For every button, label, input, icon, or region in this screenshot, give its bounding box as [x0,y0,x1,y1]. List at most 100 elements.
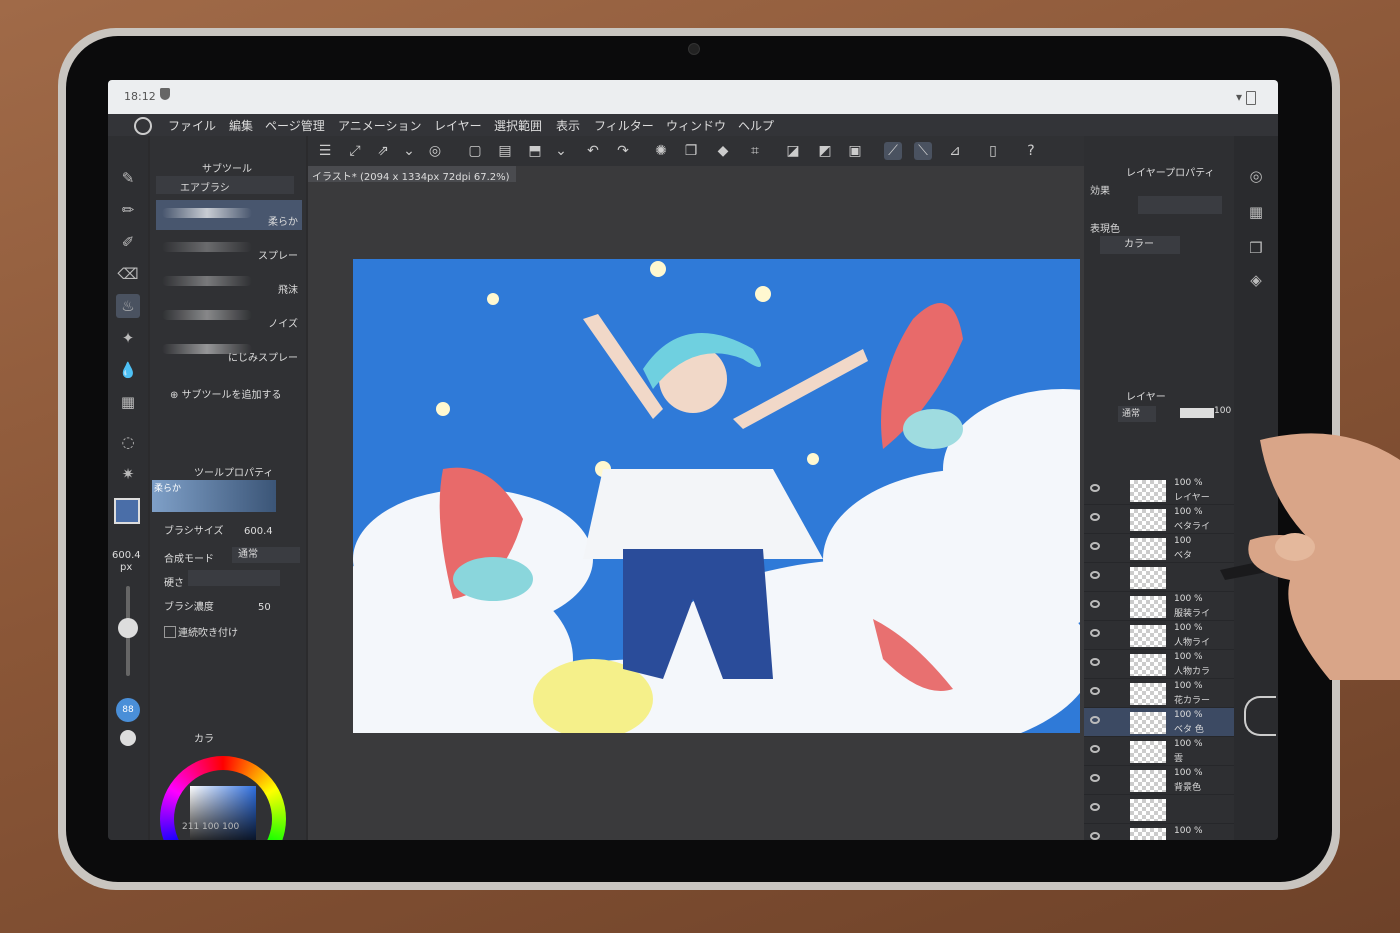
panel-toggle-handle[interactable] [1244,696,1276,736]
navigator-icon[interactable]: ◎ [1244,164,1268,188]
menu-page[interactable]: ページ管理 [265,117,325,134]
preset-preview[interactable]: 柔らか [152,480,276,512]
size-slider-handle[interactable] [118,618,138,638]
selection-icon[interactable]: ▣ [846,142,864,160]
copy-icon[interactable]: ❐ [682,142,700,160]
device-icon[interactable]: ▯ [984,142,1002,160]
layer-opacity-slider[interactable] [1180,408,1214,418]
crop-icon[interactable]: ⌗ [746,142,764,160]
chevron-down-icon[interactable]: ⌄ [552,142,570,160]
app-logo-icon[interactable] [134,117,152,135]
layer-thumbnail [1130,509,1166,531]
eye-icon[interactable] [1090,658,1100,666]
open-folder-icon[interactable]: ▤ [496,142,514,160]
export-icon[interactable]: ⇗ [374,142,392,160]
eye-icon[interactable] [1090,774,1100,782]
layer-row[interactable]: 100 % [1084,824,1234,840]
continuous-checkbox[interactable] [164,626,176,638]
brush-icon[interactable]: ✐ [116,230,140,254]
layer-row[interactable]: 100 % ベタ 色 [1084,708,1234,737]
layer-row[interactable]: 100 % 背景色 [1084,766,1234,795]
eraser-icon[interactable]: ⌫ [116,262,140,286]
brush-label: ノイズ [268,319,298,330]
deselect-icon[interactable]: ◪ [784,142,802,160]
layer-property-icon[interactable]: ❒ [1244,236,1268,260]
eye-icon[interactable] [1090,803,1100,811]
pen-icon[interactable]: ✎ [116,166,140,190]
layer-row[interactable]: 100 % 雲 [1084,737,1234,766]
subtool-group-tab[interactable]: エアブラシ [156,176,294,194]
hamburger-icon[interactable]: ☰ [316,142,334,160]
undo-icon[interactable]: ↶ [584,142,602,160]
expression-color-select[interactable]: カラー [1100,236,1180,254]
illustration-canvas[interactable] [353,259,1080,733]
document-tab[interactable]: イラスト* (2094 x 1334px 72dpi 67.2%) [308,166,516,183]
opacity-badge[interactable]: 88 [116,698,140,722]
menu-window[interactable]: ウィンドウ [666,117,726,134]
eye-icon[interactable] [1090,542,1100,550]
layer-property-title: レイヤープロパティ [1126,168,1215,179]
hardness-slider[interactable] [188,570,280,586]
main-color-swatch[interactable] [114,498,140,524]
brush-size-value[interactable]: 600.4 [244,526,273,537]
layer-name: 雲 [1174,754,1184,764]
spiral-icon[interactable]: ◎ [426,142,444,160]
menu-file[interactable]: ファイル [168,117,216,134]
save-icon[interactable]: ⬒ [526,142,544,160]
blend-icon[interactable]: 💧 [116,358,140,382]
lasso-icon[interactable]: ◌ [116,430,140,454]
menu-animation[interactable]: アニメーション [338,117,422,134]
ruler-snap-icon[interactable]: ⟋ [884,142,902,160]
eye-icon[interactable] [1090,513,1100,521]
add-subtool-label: サブツールを追加する [181,390,282,401]
brush-bleed-spray[interactable]: にじみスプレー [156,336,302,366]
layers-icon[interactable]: ◈ [1244,268,1268,292]
eye-icon[interactable] [1090,716,1100,724]
layer-opacity: 100 % [1174,710,1203,720]
eye-icon[interactable] [1090,687,1100,695]
invert-selection-icon[interactable]: ◩ [816,142,834,160]
menu-layer[interactable]: レイヤー [434,117,482,134]
resize-icon[interactable]: ⤢ [346,142,364,160]
redo-icon[interactable]: ↷ [614,142,632,160]
effect-buttons[interactable] [1138,196,1222,214]
brush-noise[interactable]: ノイズ [156,302,302,332]
layer-row[interactable]: 100 % 花カラー [1084,679,1234,708]
eye-icon[interactable] [1090,629,1100,637]
layer-row[interactable] [1084,795,1234,824]
layer-opacity: 100 % [1174,739,1203,749]
eye-icon[interactable] [1090,571,1100,579]
chevron-down-icon[interactable]: ⌄ [400,142,418,160]
loading-icon[interactable]: ✺ [652,142,670,160]
eye-icon[interactable] [1090,745,1100,753]
layer-blend-select[interactable]: 通常 [1118,406,1156,422]
add-subtool-button[interactable]: ⊕ サブツールを追加する [170,386,282,401]
brush-spray[interactable]: スプレー [156,234,302,264]
eye-icon[interactable] [1090,484,1100,492]
menu-view[interactable]: 表示 [556,117,580,134]
pen-snap-icon[interactable]: ⟍ [914,142,932,160]
eye-icon[interactable] [1090,832,1100,840]
menu-filter[interactable]: フィルター [594,117,654,134]
new-file-icon[interactable]: ▢ [466,142,484,160]
blend-mode-select[interactable]: 通常 [232,547,300,563]
menu-selection[interactable]: 選択範囲 [494,117,542,134]
menu-help[interactable]: ヘルプ [738,117,774,134]
item-bank-icon[interactable]: ▦ [1244,200,1268,224]
layer-opacity-value[interactable]: 100 [1214,406,1231,416]
sparkle-icon[interactable]: ✦ [116,326,140,350]
help-icon[interactable]: ? [1022,142,1040,160]
eye-icon[interactable] [1090,600,1100,608]
brush-splash[interactable]: 飛沫 [156,268,302,298]
pencil-icon[interactable]: ✏ [116,198,140,222]
grid-icon[interactable]: ▦ [116,390,140,414]
airbrush-icon[interactable]: ♨ [116,294,140,318]
shield-icon [160,88,170,100]
density-value[interactable]: 50 [258,602,271,613]
fill-icon[interactable]: ◆ [714,142,732,160]
guide-icon[interactable]: ⊿ [946,142,964,160]
opacity-handle[interactable] [120,730,136,746]
magic-wand-icon[interactable]: ✷ [116,462,140,486]
menu-edit[interactable]: 編集 [229,117,253,134]
brush-soft[interactable]: 柔らか [156,200,302,230]
